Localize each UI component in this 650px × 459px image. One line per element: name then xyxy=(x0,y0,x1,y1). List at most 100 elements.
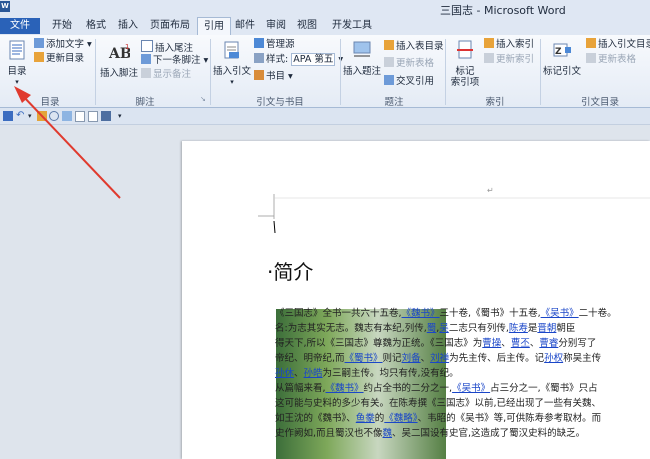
citation-style-label: 样式: xyxy=(266,54,289,65)
tab-references[interactable]: 引用 xyxy=(197,17,231,36)
quick-access-toolbar: ↶ ▾ ▾ xyxy=(0,108,650,125)
tab-home[interactable]: 开始 xyxy=(45,17,79,34)
hyperlink[interactable]: 刘备 xyxy=(402,353,421,364)
tab-file[interactable]: 文件 xyxy=(0,18,40,34)
tab-developer[interactable]: 开发工具 xyxy=(325,17,379,34)
paragraph-line[interactable]: 这可能与史料的多少有关。在陈寿撰《三国志》以前,已经出现了一些有关魏、 xyxy=(275,396,601,411)
paragraph-line[interactable]: 名:为志其实无志。魏志有本纪,列传,蜀,吴二志只有列传,陈寿是晋朝朝臣 xyxy=(275,321,575,336)
group-separator xyxy=(210,39,211,105)
text-run: 二志只有列传, xyxy=(448,323,509,334)
section-heading[interactable]: ·简介 xyxy=(267,256,313,285)
tab-mailings[interactable]: 邮件 xyxy=(231,17,259,34)
dialog-launcher-icon[interactable]: ↘ xyxy=(200,93,206,105)
insert-index-button[interactable]: 插入索引 xyxy=(484,38,534,51)
hyperlink[interactable]: 孙权 xyxy=(544,353,563,364)
hyperlink[interactable]: 孙休 xyxy=(275,368,294,379)
insert-table-of-authorities-button[interactable]: 插入引文目录 xyxy=(586,38,650,51)
mark-index-entry-icon xyxy=(457,40,473,59)
hyperlink[interactable]: 《吴书》 xyxy=(452,383,490,394)
mark-entry-button[interactable]: 标记 索引项 xyxy=(447,39,483,88)
paragraph-line[interactable]: 《三国志》全书一共六十五卷,《魏书》三十卷,《蜀书》十五卷,《吴书》二十卷。 xyxy=(275,306,617,321)
endnote-icon xyxy=(141,40,153,52)
hyperlink[interactable]: 曹丕 xyxy=(511,338,530,349)
hyperlink[interactable]: 《魏略》 xyxy=(384,413,417,424)
tab-format[interactable]: 格式 xyxy=(81,17,111,34)
bibliography-button[interactable]: 书目 ▾ xyxy=(254,70,293,83)
hyperlink[interactable]: 蜀 xyxy=(427,323,437,334)
tab-page-layout[interactable]: 页面布局 xyxy=(145,17,195,34)
add-text-button[interactable]: 添加文字 ▾ xyxy=(34,38,92,51)
refresh-icon[interactable] xyxy=(49,111,59,121)
text-run: 得天下,所以《三国志》尊魏为正统。《三国志》为 xyxy=(275,338,483,349)
insert-endnote-button[interactable]: 插入尾注 xyxy=(141,40,193,55)
insert-caption-button[interactable]: 插入题注 xyxy=(342,39,382,77)
group-separator xyxy=(340,39,341,105)
insert-footnote-button[interactable]: AB 1 插入脚注 xyxy=(99,41,139,79)
hyperlink[interactable]: 吴 xyxy=(439,323,449,334)
hyperlink[interactable]: 曹操 xyxy=(482,338,501,349)
ribbon-tab-bar: 文件 开始 格式 插入 页面布局 引用 邮件 审阅 视图 开发工具 xyxy=(0,17,650,36)
group-label-index: 索引 xyxy=(485,97,505,108)
group-separator xyxy=(540,39,541,105)
new-document-icon[interactable] xyxy=(75,111,85,122)
footnote-icon: AB1 xyxy=(108,43,132,62)
update-toc-icon xyxy=(34,52,44,62)
page-icon[interactable] xyxy=(88,111,98,122)
customize-toolbar-icon[interactable]: ▾ xyxy=(118,111,128,121)
insert-caption-label: 插入题注 xyxy=(342,66,381,77)
hyperlink[interactable]: 《吴书》 xyxy=(541,308,579,319)
paragraph-line[interactable]: 史作阙如,而且蜀汉也不像魏、吴二国设有史官,这造成了蜀汉史料的缺乏。 xyxy=(275,426,585,441)
text-run: 从篇幅来看, xyxy=(275,383,326,394)
update-index-icon xyxy=(484,53,494,63)
tab-view[interactable]: 视图 xyxy=(293,17,321,34)
text-run: 二十卷。 xyxy=(578,308,617,319)
text-run: 的 xyxy=(374,413,385,424)
cross-reference-button[interactable]: 交叉引用 xyxy=(384,75,434,88)
redo-icon[interactable] xyxy=(37,111,47,121)
insert-citation-icon xyxy=(224,41,239,59)
update-toc-button[interactable]: 更新目录 xyxy=(34,52,84,65)
hyperlink[interactable]: 魏 xyxy=(383,428,393,439)
tab-review[interactable]: 审阅 xyxy=(262,17,290,34)
hyperlink[interactable]: 孙皓 xyxy=(304,368,323,379)
insert-index-label: 插入索引 xyxy=(496,39,535,50)
toc-button[interactable]: 目录 ▾ xyxy=(4,39,30,88)
word-app-icon[interactable]: W xyxy=(0,1,10,12)
next-footnote-icon xyxy=(141,54,151,64)
paragraph-line[interactable]: 帝纪、明帝纪,而《蜀书》则记刘备、刘禅为先主传、后主传。记孙权称吴主传 xyxy=(275,351,601,366)
save-icon[interactable] xyxy=(3,111,13,121)
hyperlink[interactable]: 晋朝 xyxy=(537,323,556,334)
insert-citation-button[interactable]: 插入引文 ▾ xyxy=(212,39,252,88)
paragraph-line[interactable]: 如王沈的《魏书》、鱼豢的《魏略》、韦昭的《吴书》等,可供陈寿参考取材。而 xyxy=(275,411,601,426)
update-authorities-table-button[interactable]: 更新表格 xyxy=(586,53,636,66)
insert-caption-icon xyxy=(353,41,371,57)
hyperlink[interactable]: 曹睿 xyxy=(539,338,558,349)
citation-style-value[interactable]: APA 第五 xyxy=(291,53,336,66)
paragraph-line[interactable]: 孙休、孙皓为三嗣主传。均只有传,没有纪。 xyxy=(275,366,459,381)
text-run: 《三国志》全书一共六十五卷, xyxy=(275,308,402,319)
mark-citation-button[interactable]: Z 标记引文 xyxy=(542,39,582,77)
add-text-label: 添加文字 xyxy=(46,39,85,50)
update-index-button[interactable]: 更新索引 xyxy=(484,53,534,66)
next-footnote-button[interactable]: 下一条脚注 ▾ xyxy=(141,54,208,67)
hyperlink[interactable]: 陈寿 xyxy=(509,323,528,334)
edit-icon[interactable] xyxy=(62,111,72,121)
citation-style-select[interactable]: 样式: APA 第五 ▾ xyxy=(254,53,343,66)
manage-sources-icon xyxy=(254,38,264,48)
paragraph-line[interactable]: 从篇幅来看,《魏书》约占全书的二分之一,《吴书》占三分之一,《蜀书》只占 xyxy=(275,381,598,396)
hyperlink[interactable]: 《魏书》 xyxy=(326,383,364,394)
hyperlink[interactable]: 刘禅 xyxy=(430,353,449,364)
insert-table-of-figures-button[interactable]: 插入表目录 xyxy=(384,40,444,53)
tab-insert[interactable]: 插入 xyxy=(113,17,143,34)
hyperlink[interactable]: 《蜀书》 xyxy=(345,353,383,364)
paragraph-line[interactable]: 得天下,所以《三国志》尊魏为正统。《三国志》为曹操、曹丕、曹睿分别写了 xyxy=(275,336,596,351)
ribbon-references: 目录 ▾ 添加文字 ▾ 更新目录 目录 AB 1 插入脚注 插入尾注 下一条脚注 … xyxy=(0,35,650,108)
show-notes-button[interactable]: 显示备注 xyxy=(141,68,191,81)
print-preview-icon[interactable] xyxy=(101,111,111,121)
hyperlink[interactable]: 鱼豢 xyxy=(356,413,375,424)
manage-sources-button[interactable]: 管理源 xyxy=(254,38,295,51)
text-run: 朝臣 xyxy=(556,323,576,334)
hyperlink[interactable]: 《魏书》 xyxy=(402,308,440,319)
undo-icon[interactable]: ↶ xyxy=(16,111,26,121)
update-table-button[interactable]: 更新表格 xyxy=(384,57,434,70)
